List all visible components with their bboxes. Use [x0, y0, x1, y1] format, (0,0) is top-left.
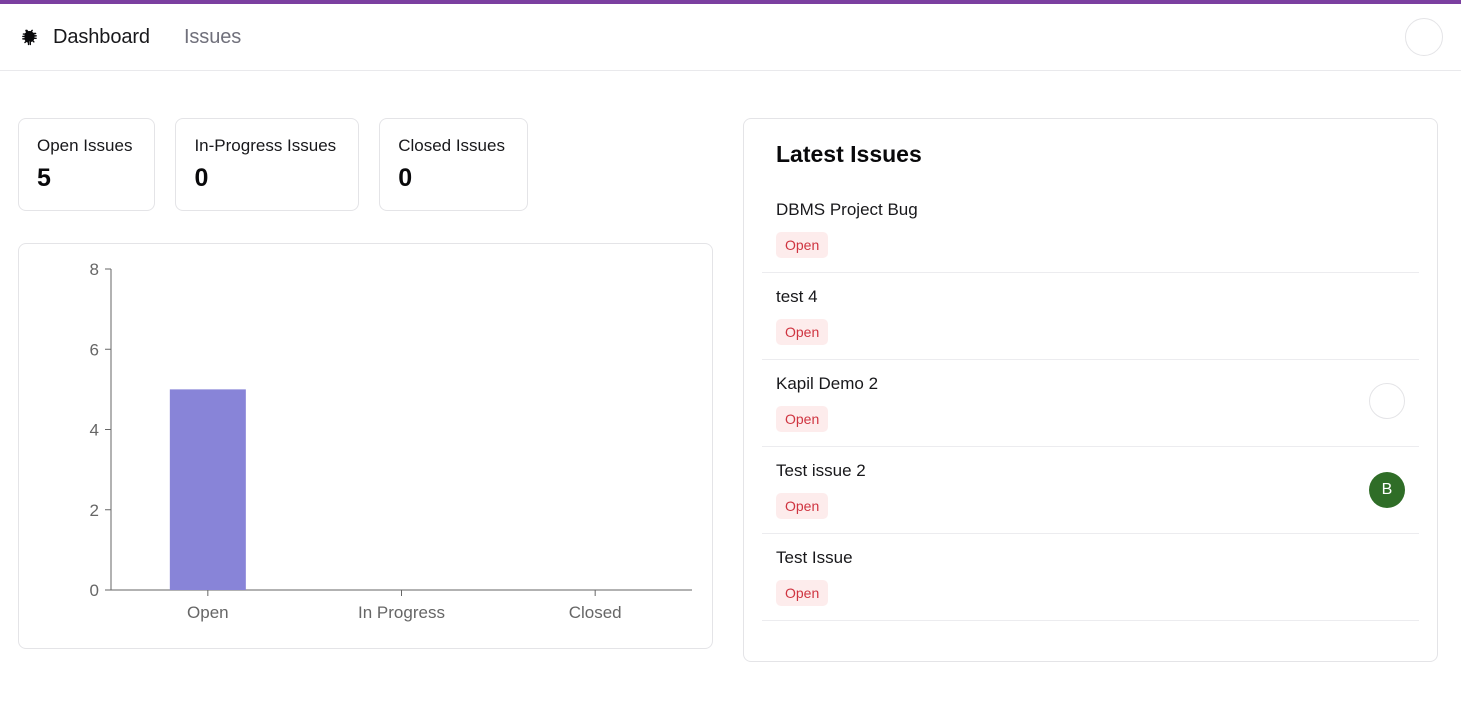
table-row: test 4 Open: [762, 272, 1419, 360]
svg-text:8: 8: [90, 260, 99, 279]
issue-assignee-cell: [1349, 533, 1419, 621]
navbar-left: Dashboard Issues: [18, 26, 275, 49]
svg-text:2: 2: [90, 501, 99, 520]
nav-link-dashboard[interactable]: Dashboard: [53, 26, 150, 49]
issue-cell: test 4 Open: [762, 272, 1349, 360]
issue-title-link[interactable]: Kapil Demo 2: [776, 374, 1349, 394]
main-content: Open Issues 5 In-Progress Issues 0 Close…: [0, 71, 1461, 718]
svg-text:Closed: Closed: [569, 603, 622, 622]
table-row: Test Issue Open: [762, 533, 1419, 621]
nav-link-issues[interactable]: Issues: [184, 26, 241, 49]
issue-bar-chart[interactable]: 0 2 4 6 8 Open In Progress Closed: [19, 244, 712, 648]
issue-assignee-cell: [1349, 272, 1419, 360]
issue-assignee-cell: B: [1349, 446, 1419, 534]
issue-assignee-cell: [1349, 359, 1419, 447]
stat-value-open: 5: [37, 163, 51, 192]
svg-text:Open: Open: [187, 603, 229, 622]
svg-text:0: 0: [90, 581, 99, 600]
status-badge: Open: [776, 406, 829, 432]
stat-card-open[interactable]: Open Issues 5: [18, 118, 156, 212]
issue-title-link[interactable]: test 4: [776, 287, 1349, 307]
table-row: Kapil Demo 2 Open: [762, 359, 1419, 447]
stat-value-closed: 0: [398, 163, 413, 192]
status-badge: Open: [776, 580, 829, 606]
stat-value-in-progress: 0: [194, 163, 209, 192]
latest-issues-table: DBMS Project Bug Open test 4 Open Kapil Demo…: [762, 186, 1419, 621]
issue-bar-chart-card: 0 2 4 6 8 Open In Progress Closed: [18, 243, 713, 650]
status-badge: Open: [776, 493, 829, 519]
navbar-right: [1405, 18, 1443, 56]
bug-icon[interactable]: [18, 26, 40, 48]
issue-title-link[interactable]: Test Issue: [776, 548, 1349, 568]
left-column: Open Issues 5 In-Progress Issues 0 Close…: [18, 118, 713, 650]
issue-cell: Test issue 2 Open: [762, 446, 1349, 534]
stat-label-in-progress[interactable]: In-Progress Issues: [194, 136, 336, 156]
svg-text:4: 4: [90, 421, 99, 440]
issue-assignee-cell: [1349, 186, 1419, 273]
stat-label-open[interactable]: Open Issues: [37, 136, 132, 156]
issue-cell: Test Issue Open: [762, 533, 1349, 621]
issue-title-link[interactable]: Test issue 2: [776, 461, 1349, 481]
avatar: [1369, 382, 1405, 419]
latest-issues-title: Latest Issues: [776, 141, 922, 167]
table-row: DBMS Project Bug Open: [762, 186, 1419, 273]
status-badge: Open: [776, 319, 829, 345]
table-row: Test issue 2 Open B: [762, 446, 1419, 534]
issue-title-link[interactable]: DBMS Project Bug: [776, 200, 1349, 220]
user-avatar[interactable]: [1405, 18, 1443, 56]
stat-card-in-progress[interactable]: In-Progress Issues 0: [175, 118, 360, 212]
issue-summary-cards: Open Issues 5 In-Progress Issues 0 Close…: [18, 118, 713, 212]
dashboard-page: Dashboard Issues Open Issues 5 In-Progre…: [0, 0, 1461, 718]
issue-cell: DBMS Project Bug Open: [762, 186, 1349, 273]
navbar: Dashboard Issues: [0, 4, 1461, 71]
avatar: B: [1369, 472, 1405, 508]
svg-text:In Progress: In Progress: [358, 603, 445, 622]
latest-issues-body: DBMS Project Bug Open test 4 Open Kapil Demo…: [762, 186, 1419, 621]
svg-text:6: 6: [90, 340, 99, 359]
issue-cell: Kapil Demo 2 Open: [762, 359, 1349, 447]
stat-label-closed[interactable]: Closed Issues: [398, 136, 505, 156]
status-badge: Open: [776, 232, 829, 258]
stat-card-closed[interactable]: Closed Issues 0: [379, 118, 528, 212]
latest-issues-card: Latest Issues DBMS Project Bug Open test 4…: [743, 118, 1438, 662]
